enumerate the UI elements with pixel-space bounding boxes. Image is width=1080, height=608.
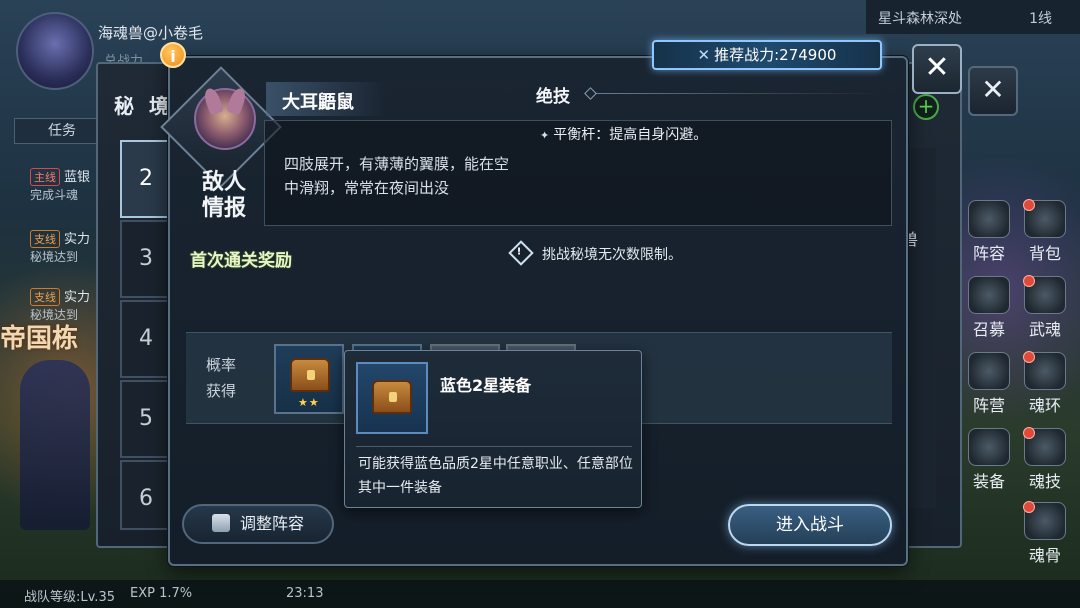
tooltip-item-name: 蓝色2星装备 — [440, 376, 532, 395]
realm-level-button[interactable]: 3 — [120, 220, 172, 298]
secret-realm-title: 秘 境 — [114, 94, 173, 118]
swords-icon: ✕ — [697, 46, 711, 64]
menu-bag[interactable]: 背包 — [1018, 199, 1072, 264]
info-alert-icon[interactable]: i — [160, 42, 186, 68]
soul-skill-icon — [1023, 427, 1066, 466]
recommended-power-text: 推荐战力:274900 — [714, 46, 837, 64]
soul-bone-icon — [1023, 501, 1066, 540]
player-avatar[interactable] — [16, 12, 94, 90]
probability-label: 概率获得 — [206, 356, 237, 400]
quest-item[interactable]: 主线 蓝银 完成斗魂 — [30, 166, 90, 203]
quest-title: 实力 — [64, 290, 91, 305]
martial-soul-icon — [1023, 275, 1066, 314]
player-name: 海魂兽@小卷毛 — [98, 24, 204, 42]
event-banner-text[interactable]: 帝国栋 — [0, 318, 78, 355]
menu-soul-skill[interactable]: 魂技 — [1018, 427, 1072, 492]
portrait-ear — [201, 86, 225, 116]
menu-label: 装备 — [972, 472, 1005, 491]
enemy-description: 四肢展开，有薄薄的翼膜，能在空中滑翔，常常在夜间出没 — [284, 155, 510, 197]
adjust-lineup-button[interactable]: 调整阵容 — [182, 504, 334, 544]
quest-tag: 支线 — [30, 230, 60, 248]
secret-realm-close-button[interactable]: ✕ — [968, 66, 1018, 116]
lineup-icon — [968, 200, 1010, 238]
challenge-note: ! 挑战秘境无次数限制。 — [508, 240, 682, 266]
first-clear-reward-title: 首次通关奖励 — [190, 251, 292, 271]
quest-subtitle: 秘境达到 — [30, 250, 79, 264]
menu-soul-bone[interactable]: 魂骨 — [1018, 501, 1072, 566]
menu-martial-soul[interactable]: 武魂 — [1018, 275, 1072, 340]
notification-dot — [1023, 427, 1035, 439]
server-line[interactable]: 1线 — [1029, 8, 1052, 28]
bullet-star-icon: ✦ — [540, 129, 550, 142]
enemy-portrait — [194, 86, 256, 150]
ultimate-skill-title: 绝技 — [536, 87, 570, 107]
status-bar: 战队等级:Lv.35 EXP 1.7% 23:13 — [0, 580, 1080, 608]
adjust-lineup-label: 调整阵容 — [239, 514, 304, 533]
menu-recruit[interactable]: 召募 — [962, 276, 1016, 340]
menu-equipment[interactable]: 装备 — [962, 428, 1016, 492]
menu-label: 阵营 — [972, 396, 1005, 415]
clock: 23:13 — [286, 586, 324, 601]
menu-label: 魂环 — [1028, 396, 1061, 415]
exp-percent: EXP 1.7% — [130, 586, 193, 601]
menu-label: 魂技 — [1028, 472, 1061, 491]
bag-icon — [1023, 199, 1066, 238]
treasure-chest-icon — [372, 380, 412, 414]
enemy-info-label: 敌人情报 — [201, 170, 246, 221]
add-icon[interactable]: + — [913, 94, 939, 120]
notification-dot — [1023, 199, 1035, 211]
quest-item[interactable]: 支线 实力 秘境达到 — [30, 228, 90, 265]
item-stars: ★★ — [298, 396, 320, 409]
quest-tag: 主线 — [30, 168, 60, 186]
recommended-power-badge: ✕ 推荐战力:274900 — [652, 40, 882, 70]
dialog-close-button[interactable]: ✕ — [912, 44, 962, 94]
skill-item: ✦ 平衡杆：提高自身闪避。 — [540, 124, 707, 144]
scroll-icon — [211, 514, 230, 532]
location-name: 星斗森林深处 — [878, 11, 962, 27]
menu-label: 魂骨 — [1028, 546, 1061, 565]
soul-ring-icon — [1023, 351, 1066, 390]
menu-lineup[interactable]: 阵容 — [962, 200, 1016, 264]
quest-title: 蓝银 — [64, 170, 91, 185]
menu-label: 召募 — [972, 320, 1005, 339]
menu-label: 武魂 — [1028, 320, 1061, 339]
challenge-note-text: 挑战秘境无次数限制。 — [542, 247, 682, 263]
menu-camp[interactable]: 阵营 — [962, 352, 1016, 416]
notice-icon: ! — [508, 240, 534, 266]
tooltip-divider — [356, 446, 632, 447]
menu-soul-ring[interactable]: 魂环 — [1018, 351, 1072, 416]
quest-title: 实力 — [64, 232, 91, 247]
notification-dot — [1023, 275, 1035, 287]
treasure-chest-icon — [290, 358, 330, 392]
tooltip-description: 可能获得蓝色品质2星中任意职业、任意部位其中一件装备 — [358, 456, 633, 496]
skill-text: 平衡杆：提高自身闪避。 — [553, 127, 708, 143]
skill-divider — [588, 93, 876, 94]
notification-dot — [1023, 351, 1035, 363]
menu-label: 背包 — [1028, 244, 1061, 263]
tooltip-item-icon — [356, 362, 428, 434]
reward-item-slot[interactable]: ★★ — [274, 344, 344, 414]
enemy-name: 大耳鼯鼠 — [282, 92, 354, 113]
menu-label: 阵容 — [972, 244, 1005, 263]
team-level: 战队等级:Lv.35 — [24, 590, 115, 605]
realm-level-button[interactable]: 2 — [120, 140, 172, 218]
enter-battle-button[interactable]: 进入战斗 — [728, 504, 892, 546]
quest-subtitle: 完成斗魂 — [30, 188, 79, 202]
realm-level-button[interactable]: 6 — [120, 460, 172, 530]
equipment-icon — [968, 428, 1010, 466]
camp-icon — [968, 352, 1010, 390]
location-bar: 星斗森林深处 1线 — [866, 0, 1080, 34]
background-character — [20, 360, 90, 530]
realm-level-button[interactable]: 5 — [120, 380, 172, 458]
recruit-icon — [968, 276, 1010, 314]
notification-dot — [1023, 501, 1035, 513]
quest-tag: 支线 — [30, 288, 60, 306]
realm-level-button[interactable]: 4 — [120, 300, 172, 378]
